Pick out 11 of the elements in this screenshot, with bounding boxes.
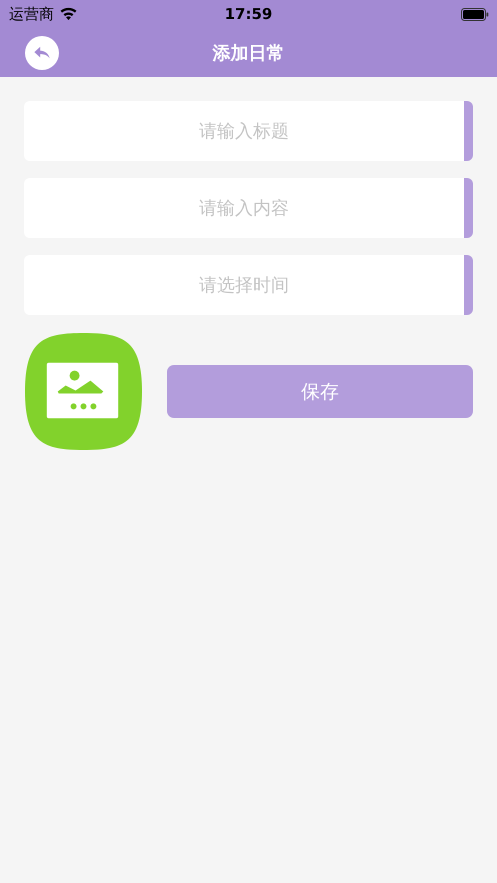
page-title: 添加日常: [212, 42, 284, 64]
status-time: 17:59: [224, 5, 272, 23]
input-field[interactable]: 请输入标题: [24, 101, 473, 161]
save-button[interactable]: 保存: [167, 365, 473, 418]
input-field[interactable]: 请选择时间: [24, 255, 473, 315]
wifi-icon: [59, 7, 78, 21]
battery-icon: [461, 8, 489, 20]
carrier-name: 运营商: [9, 4, 54, 24]
back-button[interactable]: [25, 36, 59, 70]
add-image-icon[interactable]: [24, 332, 143, 451]
input-field[interactable]: 请输入内容: [24, 178, 473, 238]
